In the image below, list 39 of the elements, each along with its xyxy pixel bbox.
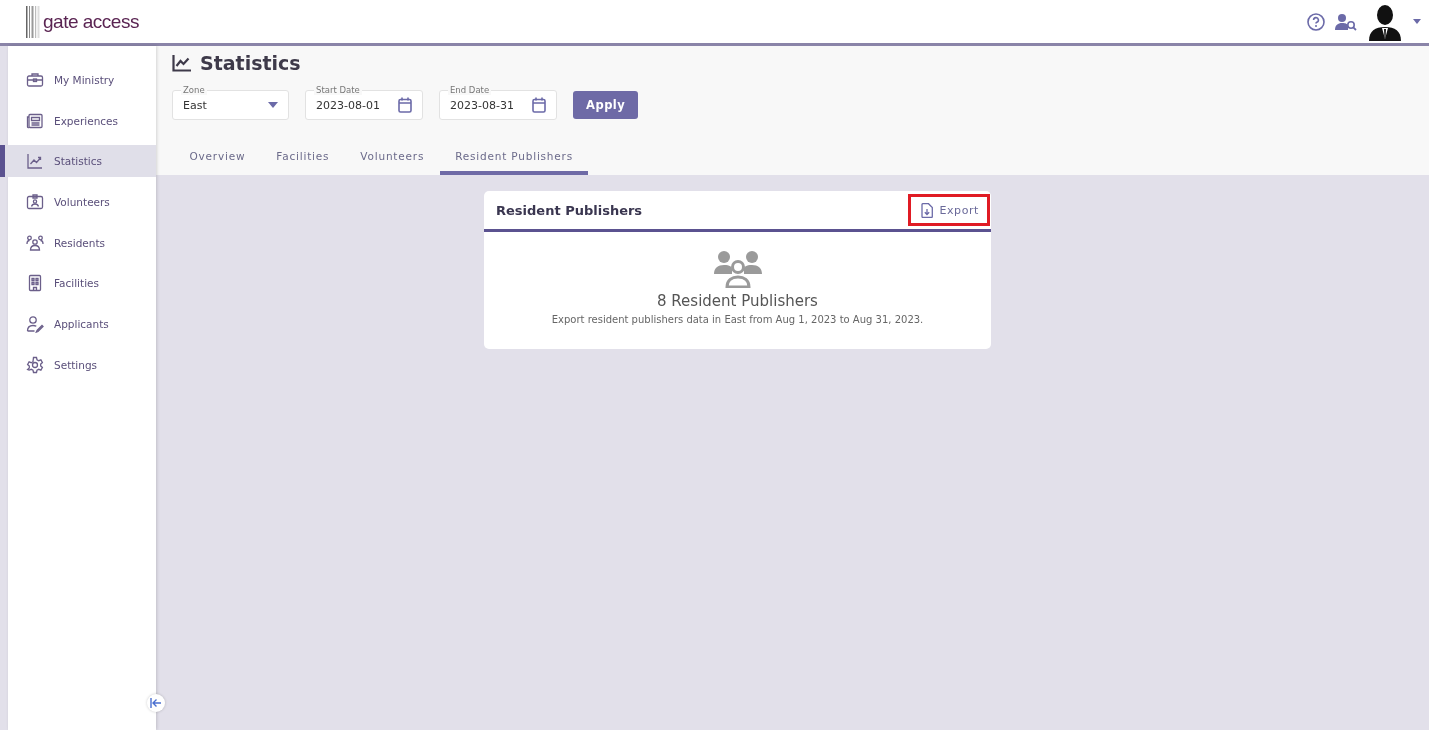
page-title: Statistics <box>200 52 301 74</box>
sidebar-item[interactable]: Facilities <box>0 267 156 300</box>
file-download-icon <box>921 202 934 218</box>
briefcase-icon <box>26 71 44 89</box>
sidebar-item[interactable]: Residents <box>0 226 156 259</box>
sidebar-item[interactable]: Volunteers <box>0 186 156 219</box>
chart-icon <box>26 152 44 171</box>
caret-down-icon[interactable] <box>1413 19 1421 24</box>
caret-down-icon <box>268 102 278 108</box>
calendar-icon <box>398 97 412 113</box>
card-title: Resident Publishers <box>496 202 643 218</box>
logo-text: gate access <box>43 10 139 33</box>
calendar-icon <box>532 97 546 113</box>
sidebar-item[interactable]: Settings <box>0 348 156 381</box>
sidebar-item[interactable]: Statistics <box>0 145 156 178</box>
barcode-logo-icon <box>26 5 40 38</box>
sidebar-item[interactable]: Applicants <box>0 308 156 341</box>
tab[interactable]: Facilities <box>260 144 345 175</box>
tab[interactable]: Volunteers <box>344 144 440 175</box>
id-badge-icon <box>26 193 44 212</box>
newspaper-icon <box>26 111 44 130</box>
user-search-icon[interactable] <box>1335 12 1357 31</box>
count-text: 8 Resident Publishers <box>657 292 818 310</box>
group-icon <box>26 233 44 252</box>
tab[interactable]: Overview <box>174 144 261 175</box>
export-button[interactable]: Export <box>908 194 990 226</box>
person-pen-icon <box>26 315 44 334</box>
collapse-arrow-icon <box>150 698 162 708</box>
collapse-sidebar-button[interactable] <box>147 694 165 712</box>
description-text: Export resident publishers data in East from Aug 1, 2023 to Aug 31, 2023. <box>551 314 924 325</box>
building-icon <box>26 274 44 293</box>
group-icon <box>713 250 762 288</box>
apply-button[interactable]: Apply <box>573 91 639 119</box>
avatar-icon[interactable] <box>1367 2 1403 41</box>
help-icon[interactable] <box>1307 12 1325 31</box>
sidebar-item[interactable]: My Ministry <box>0 64 156 96</box>
chart-icon <box>172 54 192 72</box>
settings-icon <box>26 355 44 374</box>
sidebar-item[interactable]: Experiences <box>0 104 156 137</box>
